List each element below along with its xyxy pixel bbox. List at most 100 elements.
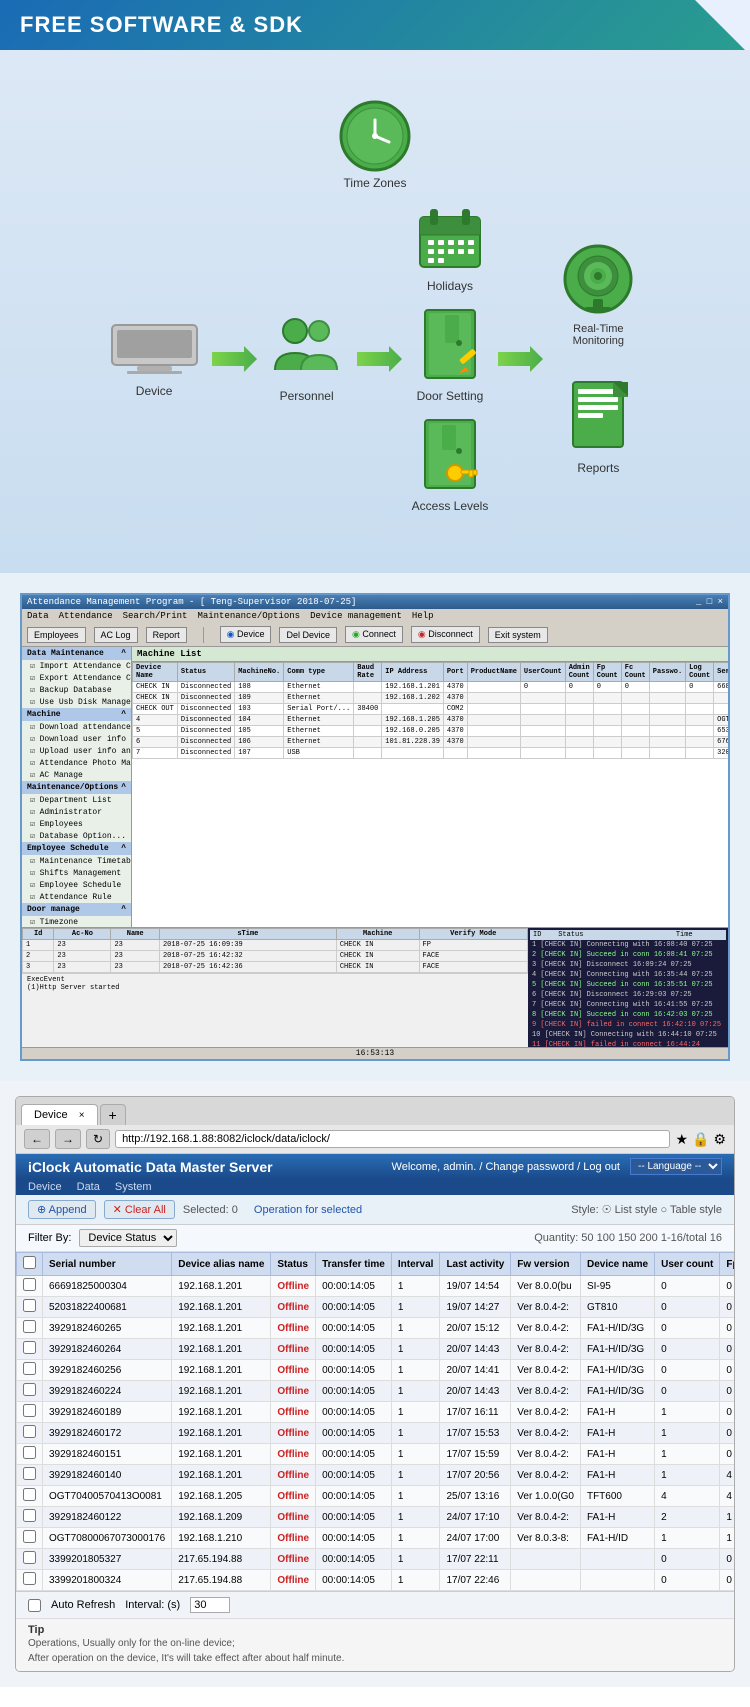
language-select[interactable]: -- Language -- bbox=[630, 1158, 722, 1175]
sidebar-data-maintenance[interactable]: Data Maintenance^ bbox=[22, 647, 131, 660]
tab-report[interactable]: Report bbox=[146, 627, 187, 643]
sidebar-timezone[interactable]: ☑ Timezone bbox=[22, 916, 131, 927]
menu-attendance[interactable]: Attendance bbox=[59, 611, 113, 621]
device-row[interactable]: 3929182460172192.168.1.201Offline 00:00:… bbox=[17, 1423, 735, 1444]
machine-row[interactable]: CHECK INDisconnected108Ethernet 192.168.… bbox=[133, 682, 729, 693]
machine-row[interactable]: CHECK INDisconnected109Ethernet 192.168.… bbox=[133, 693, 729, 704]
sidebar-download-logs[interactable]: ☑ Download attendance logs bbox=[22, 721, 131, 733]
tab-aclog[interactable]: AC Log bbox=[94, 627, 138, 643]
device-row[interactable]: 3929182460151192.168.1.201Offline 00:00:… bbox=[17, 1444, 735, 1465]
tab-close-icon[interactable]: × bbox=[79, 1110, 85, 1121]
row-checkbox[interactable] bbox=[23, 1572, 36, 1585]
tab-employees[interactable]: Employees bbox=[27, 627, 86, 643]
star-icon[interactable]: ★ bbox=[675, 1131, 688, 1148]
row-checkbox[interactable] bbox=[23, 1278, 36, 1291]
machine-row[interactable]: 7Disconnected107USB 3204 bbox=[133, 748, 729, 759]
device-row[interactable]: 66691825000304192.168.1.201Offline 00:00… bbox=[17, 1276, 735, 1297]
device-row[interactable]: 3399201805327217.65.194.88Offline 00:00:… bbox=[17, 1549, 735, 1570]
row-checkbox[interactable] bbox=[23, 1551, 36, 1564]
sidebar-dept[interactable]: ☑ Department List bbox=[22, 794, 131, 806]
row-checkbox[interactable] bbox=[23, 1299, 36, 1312]
browser-forward[interactable]: → bbox=[55, 1129, 81, 1149]
device-row[interactable]: 3929182460265192.168.1.201Offline 00:00:… bbox=[17, 1318, 735, 1339]
ams-menubar[interactable]: Data Attendance Search/Print Maintenance… bbox=[22, 609, 728, 623]
auto-refresh-checkbox[interactable] bbox=[28, 1599, 41, 1612]
nav-device[interactable]: Device bbox=[28, 1181, 62, 1193]
device-row[interactable]: 3929182460122192.168.1.209Offline 00:00:… bbox=[17, 1507, 735, 1528]
machine-row[interactable]: 6Disconnected106Ethernet 101.81.228.3943… bbox=[133, 737, 729, 748]
tip-section: Tip Operations, Usually only for the on-… bbox=[16, 1618, 734, 1671]
machine-row[interactable]: CHECK OUTDisconnected103Serial Port/...3… bbox=[133, 704, 729, 715]
sidebar-backup[interactable]: ☑ Backup Database bbox=[22, 684, 131, 696]
btn-exit[interactable]: Exit system bbox=[488, 627, 548, 643]
sidebar-maintenance[interactable]: Maintenance/Options^ bbox=[22, 781, 131, 794]
device-row[interactable]: 3929182460256192.168.1.201Offline 00:00:… bbox=[17, 1360, 735, 1381]
sidebar-import[interactable]: ☑ Import Attendance Checking Data bbox=[22, 660, 131, 672]
btn-device[interactable]: ◉ Device bbox=[220, 626, 272, 643]
machine-row[interactable]: 4Disconnected104Ethernet 192.168.1.20543… bbox=[133, 715, 729, 726]
status-line-8: 8 [CHECK IN] Succeed in conn 16:42:03 07… bbox=[530, 1010, 726, 1020]
nav-data[interactable]: Data bbox=[77, 1181, 100, 1193]
sidebar-usb[interactable]: ☑ Use Usb Disk Manage bbox=[22, 696, 131, 708]
select-all-checkbox[interactable] bbox=[23, 1256, 36, 1269]
address-bar[interactable] bbox=[115, 1130, 670, 1148]
sidebar-download-user[interactable]: ☑ Download user info and Fp bbox=[22, 733, 131, 745]
interval-input[interactable] bbox=[190, 1597, 230, 1613]
browser-tab-device[interactable]: Device × bbox=[21, 1104, 98, 1125]
row-checkbox[interactable] bbox=[23, 1488, 36, 1501]
settings-icon[interactable]: ⚙ bbox=[713, 1131, 726, 1148]
row-checkbox[interactable] bbox=[23, 1530, 36, 1543]
nav-system[interactable]: System bbox=[115, 1181, 152, 1193]
browser-back[interactable]: ← bbox=[24, 1129, 50, 1149]
row-checkbox[interactable] bbox=[23, 1362, 36, 1375]
row-checkbox[interactable] bbox=[23, 1467, 36, 1480]
sidebar-photo[interactable]: ☑ Attendance Photo Management bbox=[22, 757, 131, 769]
browser-tab-add[interactable]: + bbox=[100, 1104, 126, 1125]
machine-row[interactable]: 5Disconnected105Ethernet 192.168.0.20543… bbox=[133, 726, 729, 737]
sidebar-upload-user[interactable]: ☑ Upload user info and FP bbox=[22, 745, 131, 757]
ams-window-controls: _ □ × bbox=[696, 597, 723, 607]
row-checkbox[interactable] bbox=[23, 1383, 36, 1396]
device-row[interactable]: 3929182460189192.168.1.201Offline 00:00:… bbox=[17, 1402, 735, 1423]
filter-select[interactable]: Device Status bbox=[79, 1229, 177, 1247]
device-row[interactable]: 3929182460264192.168.1.201Offline 00:00:… bbox=[17, 1339, 735, 1360]
row-checkbox[interactable] bbox=[23, 1320, 36, 1333]
menu-help[interactable]: Help bbox=[412, 611, 434, 621]
device-row[interactable]: OGT70800067073000176192.168.1.210Offline… bbox=[17, 1528, 735, 1549]
menu-maintenance[interactable]: Maintenance/Options bbox=[197, 611, 300, 621]
menu-device[interactable]: Device management bbox=[310, 611, 402, 621]
device-row[interactable]: 3929182460140192.168.1.201Offline 00:00:… bbox=[17, 1465, 735, 1486]
sidebar-ac[interactable]: ☑ AC Manage bbox=[22, 769, 131, 781]
sidebar-employees[interactable]: ☑ Employees bbox=[22, 818, 131, 830]
row-checkbox[interactable] bbox=[23, 1446, 36, 1459]
col-user-count: User count bbox=[655, 1253, 720, 1276]
row-checkbox[interactable] bbox=[23, 1425, 36, 1438]
device-row[interactable]: 52031822400681192.168.1.201Offline 00:00… bbox=[17, 1297, 735, 1318]
btn-del-device[interactable]: Del Device bbox=[279, 627, 337, 643]
operation-for-selected[interactable]: Operation for selected bbox=[254, 1204, 362, 1216]
sidebar-att-rule[interactable]: ☑ Attendance Rule bbox=[22, 891, 131, 903]
sidebar-schedule[interactable]: Employee Schedule^ bbox=[22, 842, 131, 855]
sidebar-admin[interactable]: ☑ Administrator bbox=[22, 806, 131, 818]
menu-data[interactable]: Data bbox=[27, 611, 49, 621]
style-toggle[interactable]: Style: ☉ List style ○ Table style bbox=[571, 1203, 722, 1216]
row-checkbox[interactable] bbox=[23, 1341, 36, 1354]
menu-search[interactable]: Search/Print bbox=[123, 611, 188, 621]
btn-disconnect[interactable]: ◉ Disconnect bbox=[411, 626, 480, 643]
sidebar-export[interactable]: ☑ Export Attendance Checking Data bbox=[22, 672, 131, 684]
sidebar-machine[interactable]: Machine^ bbox=[22, 708, 131, 721]
sidebar-door[interactable]: Door manage^ bbox=[22, 903, 131, 916]
btn-connect[interactable]: ◉ Connect bbox=[345, 626, 403, 643]
browser-refresh[interactable]: ↻ bbox=[86, 1129, 110, 1149]
sidebar-emp-sched[interactable]: ☑ Employee Schedule bbox=[22, 879, 131, 891]
row-checkbox[interactable] bbox=[23, 1404, 36, 1417]
device-row[interactable]: 3929182460224192.168.1.201Offline 00:00:… bbox=[17, 1381, 735, 1402]
clear-all-button[interactable]: ✕ Clear All bbox=[104, 1200, 175, 1219]
row-checkbox[interactable] bbox=[23, 1509, 36, 1522]
sidebar-db[interactable]: ☑ Database Option... bbox=[22, 830, 131, 842]
device-row[interactable]: OGT70400570413O0081192.168.1.205Offline … bbox=[17, 1486, 735, 1507]
sidebar-shifts[interactable]: ☑ Shifts Management bbox=[22, 867, 131, 879]
append-button[interactable]: ⊕ Append bbox=[28, 1200, 96, 1219]
sidebar-timetables[interactable]: ☑ Maintenance Timetables bbox=[22, 855, 131, 867]
device-row[interactable]: 3399201800324217.65.194.88Offline 00:00:… bbox=[17, 1570, 735, 1591]
